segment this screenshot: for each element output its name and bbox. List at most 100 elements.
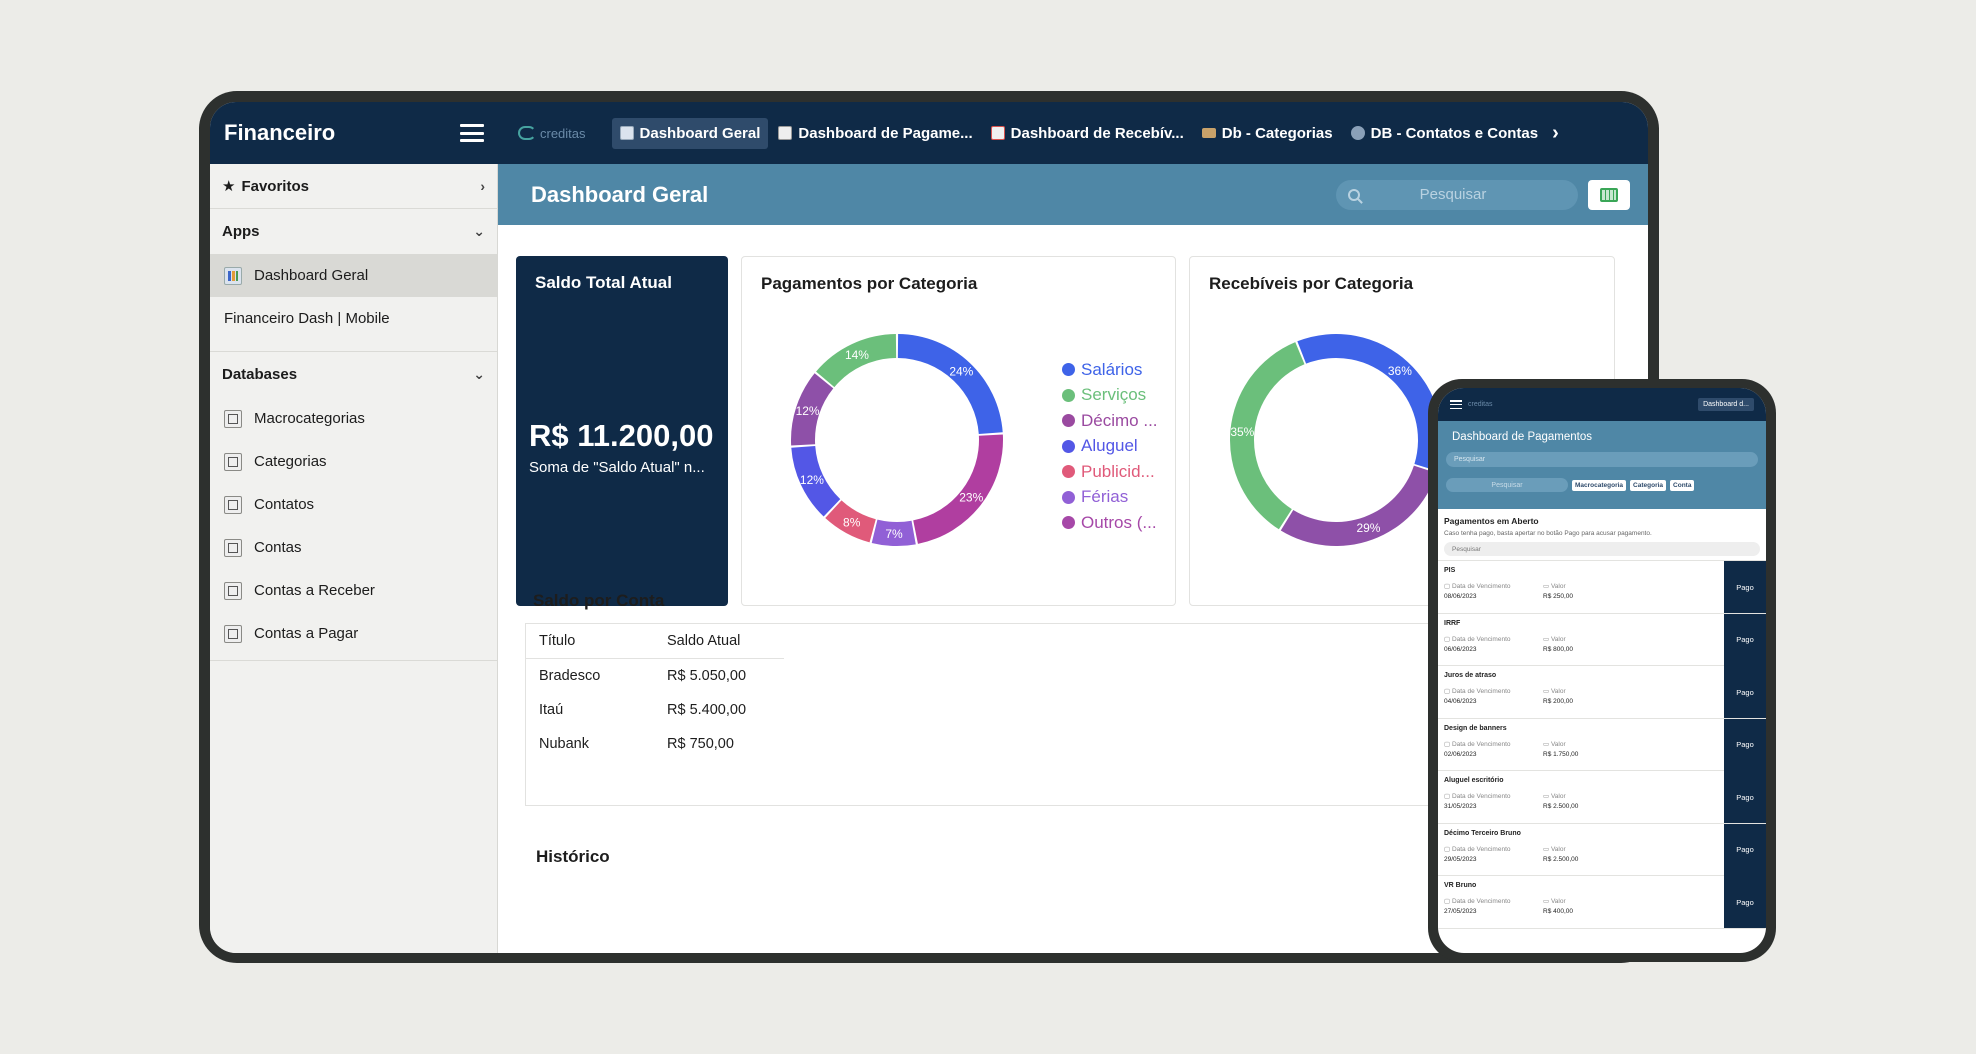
donut-slice-label: 12% <box>800 473 824 487</box>
payment-list: PIS ▢ Data de Vencimento 08/06/2023 ▭ Va… <box>1438 561 1766 929</box>
list-item[interactable]: Aluguel escritório ▢ Data de Vencimento … <box>1438 771 1766 824</box>
list-item[interactable]: Juros de atraso ▢ Data de Vencimento 04/… <box>1438 666 1766 719</box>
page-title: Dashboard Geral <box>531 181 709 207</box>
list-item[interactable]: IRRF ▢ Data de Vencimento 06/06/2023 ▭ V… <box>1438 613 1766 666</box>
list-item[interactable]: Design de banners ▢ Data de Vencimento 0… <box>1438 718 1766 771</box>
search-input[interactable]: Pesquisar <box>1444 542 1760 556</box>
tab-db-contatos-contas[interactable]: DB - Contatos e Contas <box>1343 118 1547 149</box>
pago-button[interactable]: Pago <box>1724 876 1766 928</box>
date-label: ▢ Data de Vencimento <box>1444 688 1511 695</box>
pago-button[interactable]: Pago <box>1724 823 1766 876</box>
legend-item[interactable]: Publicid... <box>1062 459 1158 485</box>
creditas-logo: creditas <box>1468 401 1493 408</box>
legend-label: Salários <box>1081 359 1143 379</box>
pago-button[interactable]: Pago <box>1724 561 1766 613</box>
donut-slice-label: 8% <box>843 515 861 529</box>
filter-macrocategoria-button[interactable]: Macrocategoria <box>1572 479 1627 491</box>
pagamentos-aberto-section: Pagamentos em Aberto Caso tenha pago, ba… <box>1438 509 1766 561</box>
payment-value: R$ 2.500,00 <box>1543 855 1579 863</box>
phone-page-header: Dashboard de Pagamentos Pesquisar Pesqui… <box>1438 421 1766 509</box>
date-label: ▢ Data de Vencimento <box>1444 740 1511 748</box>
payment-value: R$ 800,00 <box>1543 645 1573 653</box>
payment-value: R$ 2.500,00 <box>1543 803 1579 810</box>
table-row[interactable]: Bradesco R$ 5.050,00 <box>526 658 784 693</box>
sidebar-section-favoritos[interactable]: ★ Favoritos › <box>210 164 497 209</box>
payment-value: R$ 400,00 <box>1543 908 1573 915</box>
tab-dashboard-geral[interactable]: Dashboard Geral <box>611 117 769 149</box>
tab-db-categorias[interactable]: Db - Categorias <box>1194 118 1341 149</box>
legend-item[interactable]: Aluguel <box>1062 434 1158 460</box>
pago-button[interactable]: Pago <box>1724 771 1766 823</box>
donut-slice-label: 36% <box>1388 364 1412 378</box>
saldo-value: R$ 11.200,00 <box>529 418 714 453</box>
legend-item[interactable]: Serviços <box>1062 383 1158 409</box>
pago-button[interactable]: Pago <box>1724 613 1766 666</box>
search-input[interactable]: Pesquisar <box>1446 452 1758 467</box>
donut-slice-label: 35% <box>1230 425 1254 439</box>
historico-title: Histórico <box>536 847 610 866</box>
saldo-por-conta-title: Saldo por Conta <box>533 591 665 610</box>
payment-name: PIS <box>1444 567 1456 574</box>
sidebar-section-databases[interactable]: Databases ⌄ <box>210 352 497 397</box>
legend-item[interactable]: Salários <box>1062 357 1158 383</box>
value-label: ▭ Valor <box>1543 793 1566 800</box>
filter-conta-button[interactable]: Conta <box>1670 479 1695 491</box>
trend-chart-icon <box>990 126 1005 140</box>
legend-dot-icon <box>1062 465 1075 479</box>
search-input[interactable] <box>1368 186 1538 203</box>
calendar-button[interactable] <box>1588 179 1630 210</box>
value-label: ▭ Valor <box>1543 898 1566 905</box>
sidebar-item-contas-a-pagar[interactable]: Contas a Pagar <box>210 612 497 655</box>
phone-device: creditas Dashboard d... Dashboard de Pag… <box>1428 379 1776 962</box>
date-label: ▢ Data de Vencimento <box>1444 583 1511 590</box>
sidebar-item-contatos[interactable]: Contatos <box>210 483 497 526</box>
value-label: ▭ Valor <box>1543 740 1566 748</box>
saldo-title: Saldo Total Atual <box>535 273 672 292</box>
chevron-right-icon: › <box>480 178 485 194</box>
section-description: Caso tenha pago, basta apertar no botão … <box>1444 530 1652 537</box>
sidebar-item-contas[interactable]: Contas <box>210 526 497 569</box>
sidebar-item-contas-a-receber[interactable]: Contas a Receber <box>210 569 497 612</box>
chevron-down-icon: ⌄ <box>473 366 485 382</box>
value-label: ▭ Valor <box>1543 688 1566 695</box>
column-header-saldo-atual[interactable]: Saldo Atual <box>654 624 784 659</box>
list-item[interactable]: Décimo Terceiro Bruno ▢ Data de Vencimen… <box>1438 823 1766 876</box>
hamburger-menu-icon[interactable] <box>460 124 484 142</box>
filter-categoria-button[interactable]: Categoria <box>1630 479 1667 491</box>
filter-search-input[interactable]: Pesquisar <box>1446 478 1568 492</box>
pago-button[interactable]: Pago <box>1724 666 1766 718</box>
tab-dashboard-pagamentos[interactable]: Dashboard de Pagame... <box>770 118 980 149</box>
due-date: 27/05/2023 <box>1444 908 1477 915</box>
donut-slice-label: 12% <box>796 404 820 418</box>
sidebar-item-macrocategorias[interactable]: Macrocategorias <box>210 397 497 440</box>
tab-dashboard-recebiveis[interactable]: Dashboard de Recebív... <box>983 118 1192 149</box>
legend-item[interactable]: Outros (... <box>1062 510 1158 536</box>
top-navbar: Financeiro creditas Dashboard Geral Dash… <box>210 102 1648 164</box>
table-icon <box>224 538 242 557</box>
tab-dashboard-pagamentos[interactable]: Dashboard d... <box>1698 398 1754 411</box>
hamburger-menu-icon[interactable] <box>1450 400 1462 409</box>
table-icon <box>224 409 242 428</box>
sidebar-item-dashboard-geral[interactable]: Dashboard Geral <box>210 254 497 297</box>
list-item[interactable]: PIS ▢ Data de Vencimento 08/06/2023 ▭ Va… <box>1438 561 1766 614</box>
column-header-titulo[interactable]: Título <box>526 624 654 659</box>
list-item[interactable]: VR Bruno ▢ Data de Vencimento 27/05/2023… <box>1438 876 1766 929</box>
due-date: 02/06/2023 <box>1444 750 1477 758</box>
legend-label: Publicid... <box>1081 461 1155 481</box>
sidebar-section-apps[interactable]: Apps ⌄ <box>210 209 497 254</box>
legend-item[interactable]: Férias <box>1062 485 1158 511</box>
sidebar-item-categorias[interactable]: Categorias <box>210 440 497 483</box>
donut-slice-0[interactable] <box>1297 334 1442 471</box>
pago-button[interactable]: Pago <box>1724 718 1766 771</box>
chevron-right-icon[interactable]: › <box>1552 122 1559 145</box>
table-row[interactable]: Itaú R$ 5.400,00 <box>526 693 784 728</box>
table-icon <box>224 624 242 643</box>
donut-slice-sal-rios[interactable] <box>897 334 1003 434</box>
value-label: ▭ Valor <box>1543 583 1566 590</box>
donut-slice-d-cimo[interactable] <box>913 434 1003 544</box>
phone-navbar: creditas Dashboard d... <box>1438 388 1766 421</box>
table-row[interactable]: Nubank R$ 750,00 <box>526 727 784 762</box>
legend-item[interactable]: Décimo ... <box>1062 408 1158 434</box>
sidebar-item-financeiro-dash-mobile[interactable]: Financeiro Dash | Mobile <box>210 297 1648 561</box>
payment-name: VR Bruno <box>1444 882 1477 889</box>
